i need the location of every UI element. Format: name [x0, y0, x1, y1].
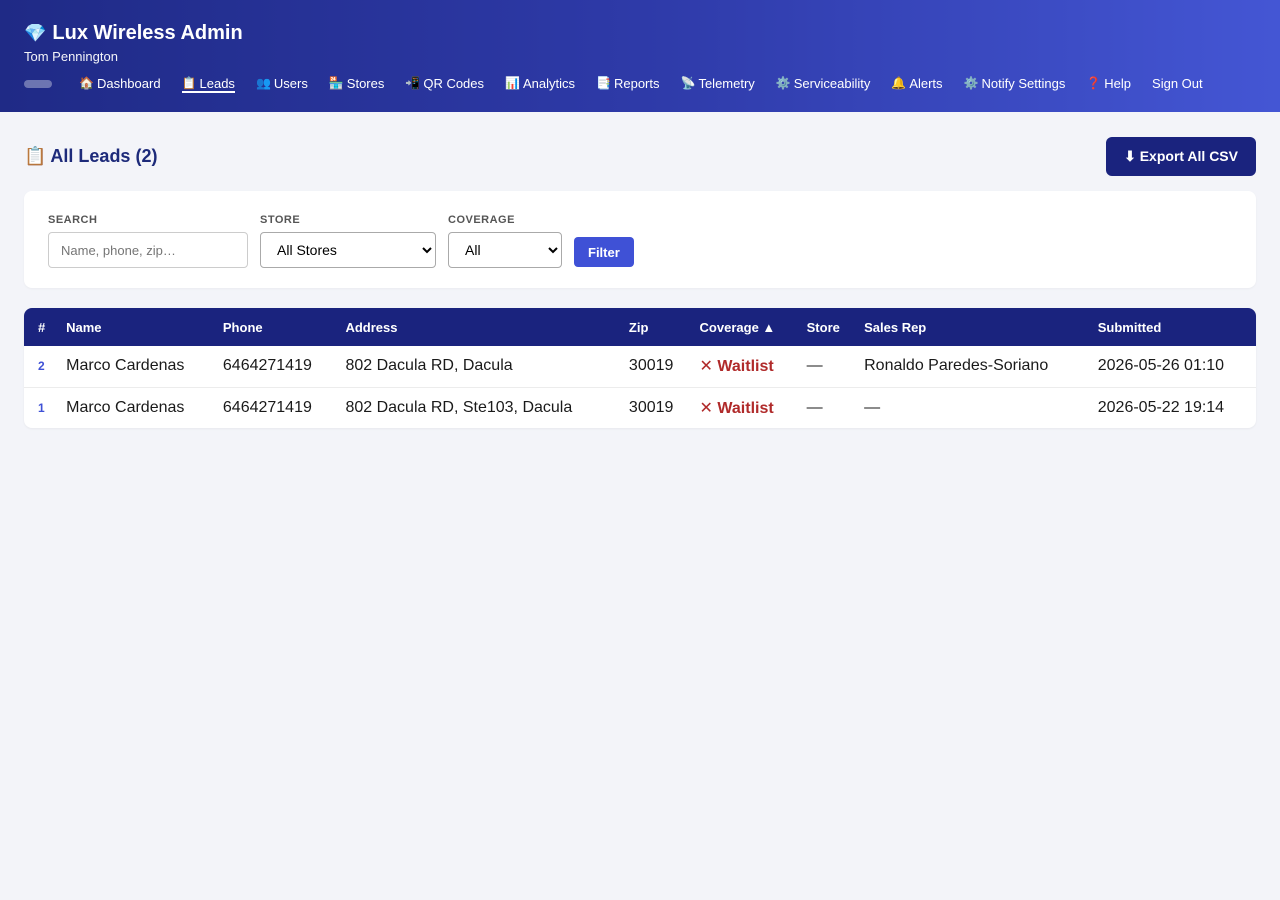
- nav-item-label: Reports: [613, 75, 660, 91]
- column-header: Zip: [628, 319, 649, 335]
- nav-item-reports[interactable]: 📑 Reports: [596, 76, 659, 93]
- notify-settings-icon: ⚙️: [963, 76, 979, 90]
- table-body: 2 Marco Cardenas 6464271419 802 Dacula RD, …: [24, 346, 1256, 428]
- analytics-icon: 📊: [505, 76, 520, 90]
- clipboard-icon: 📋: [24, 145, 47, 166]
- nav-item-label: Leads: [199, 75, 235, 91]
- table-row[interactable]: 2 Marco Cardenas 6464271419 802 Dacula RD, …: [24, 346, 1256, 388]
- store-field: STORE All Stores: [260, 214, 436, 268]
- lead-id-link[interactable]: 1: [24, 387, 58, 428]
- store-select[interactable]: All Stores: [260, 232, 436, 268]
- user-name: Tom Pennington: [24, 49, 118, 64]
- page-header: 📋 All Leads (2) ⬇ Export All CSV: [24, 136, 1256, 176]
- nav-item-label: Sign Out: [1152, 75, 1203, 91]
- filter-panel: SEARCH STORE All Stores COVERAGE All Fil…: [24, 191, 1256, 288]
- nav-toggle[interactable]: [24, 80, 52, 88]
- nav-item-notify-settings[interactable]: ⚙️ Notify Settings: [964, 76, 1066, 93]
- stores-icon: 🏪: [328, 76, 344, 90]
- top-bar: 💎 Lux Wireless Admin Tom Pennington 🏠 Das…: [0, 0, 1280, 112]
- table-cell: Marco Cardenas: [66, 398, 185, 416]
- nav-item-label: Telemetry: [698, 75, 755, 91]
- nav-item-label: Stores: [346, 75, 385, 91]
- table-cell: 30019: [620, 346, 692, 388]
- store-label: STORE: [260, 214, 301, 226]
- table-cell: —: [806, 398, 823, 416]
- nav-item-dashboard[interactable]: 🏠 Dashboard: [79, 76, 161, 93]
- leads-table: # Name Phone Address Zip Coverage ▲ Store Sales…: [24, 308, 1256, 428]
- lead-id-link[interactable]: 2: [24, 346, 59, 388]
- filter-button[interactable]: Filter: [574, 237, 634, 267]
- nav-item-label: Help: [1104, 75, 1132, 91]
- search-input[interactable]: [48, 232, 248, 268]
- table-cell: Marco Cardenas: [58, 346, 215, 388]
- serviceability-icon: ⚙️: [775, 76, 791, 90]
- search-field: SEARCH: [48, 214, 248, 268]
- coverage-label: COVERAGE: [448, 214, 515, 226]
- column-header: Name: [66, 319, 102, 335]
- nav-item-help[interactable]: ❓ Help: [1086, 76, 1131, 93]
- column-header: Phone: [222, 319, 263, 335]
- nav-item-users[interactable]: 👥 Users: [256, 76, 308, 93]
- dashboard-icon: 🏠: [79, 76, 94, 90]
- column-header: Store: [806, 319, 840, 335]
- table-cell: —: [864, 398, 881, 416]
- nav-item-stores[interactable]: 🏪 Stores: [329, 76, 385, 93]
- coverage-field: COVERAGE All: [448, 214, 562, 268]
- search-label: SEARCH: [48, 214, 98, 226]
- coverage-status: ✕ Waitlist: [691, 346, 799, 388]
- table-cell: 802 Dacula RD, Dacula: [337, 346, 621, 388]
- nav-item-label: Notify Settings: [981, 75, 1066, 91]
- diamond-icon: 💎: [24, 22, 47, 43]
- column-header: Submitted: [1097, 319, 1162, 335]
- app-title: 💎 Lux Wireless Admin: [24, 20, 1256, 46]
- nav-item-telemetry[interactable]: 📡 Telemetry: [681, 76, 755, 93]
- table-cell: 6464271419: [222, 398, 312, 416]
- nav-item-label: Analytics: [522, 75, 576, 91]
- nav-item-qr-codes[interactable]: 📲 QR Codes: [405, 76, 484, 93]
- nav-item-leads[interactable]: 📋 Leads: [181, 75, 235, 93]
- column-header: #: [38, 319, 46, 335]
- nav-item-sign-out[interactable]: Sign Out: [1152, 76, 1203, 93]
- table-cell: 2026-05-26 01:10: [1089, 346, 1256, 388]
- nav-item-label: Alerts: [909, 75, 943, 91]
- page-title-text: All Leads (2): [50, 145, 158, 166]
- nav-item-label: Users: [273, 75, 308, 91]
- telemetry-icon: 📡: [680, 76, 696, 90]
- column-header: Sales Rep: [864, 319, 927, 335]
- export-csv-button[interactable]: ⬇ Export All CSV: [1106, 136, 1256, 176]
- nav-item-label: Dashboard: [96, 75, 161, 91]
- main-nav: 🏠 Dashboard 📋 Leads 👥 Users 🏪 Stores 📲 QR Codes 📊 A…: [24, 74, 1224, 94]
- table-cell: Ronaldo Paredes-Soriano: [856, 346, 1090, 388]
- nav-item-alerts[interactable]: 🔔 Alerts: [891, 76, 942, 93]
- table-cell: 802 Dacula RD, Ste103, Dacula: [345, 398, 573, 416]
- reports-icon: 📑: [596, 76, 611, 90]
- coverage-select[interactable]: All: [448, 232, 562, 268]
- qr-codes-icon: 📲: [405, 76, 421, 90]
- users-icon: 👥: [255, 76, 271, 90]
- table-row[interactable]: 1 Marco Cardenas 6464271419 802 Dacula RD, …: [24, 387, 1256, 428]
- nav-item-label: QR Codes: [423, 75, 485, 91]
- app-title-text: Lux Wireless Admin: [52, 21, 243, 44]
- table-cell: 30019: [628, 398, 674, 416]
- nav-item-serviceability[interactable]: ⚙️ Serviceability: [776, 76, 871, 93]
- page-title: 📋 All Leads (2): [24, 146, 157, 167]
- table-cell: 6464271419: [214, 346, 338, 388]
- alerts-icon: 🔔: [891, 76, 907, 90]
- table-cell: 2026-05-22 19:14: [1097, 398, 1225, 416]
- main-content: 📋 All Leads (2) ⬇ Export All CSV SEARCH …: [0, 112, 1280, 452]
- help-icon: ❓: [1086, 76, 1102, 90]
- table-cell: —: [798, 346, 857, 388]
- column-header[interactable]: Coverage ▲: [692, 308, 799, 346]
- nav-item-analytics[interactable]: 📊 Analytics: [505, 76, 575, 93]
- nav-item-label: Serviceability: [793, 75, 871, 91]
- column-header: Address: [345, 319, 398, 335]
- leads-icon: 📋: [181, 76, 197, 90]
- table-header-row: # Name Phone Address Zip Coverage ▲ Store Sales…: [24, 308, 1256, 346]
- coverage-status: ✕ Waitlist: [699, 399, 774, 417]
